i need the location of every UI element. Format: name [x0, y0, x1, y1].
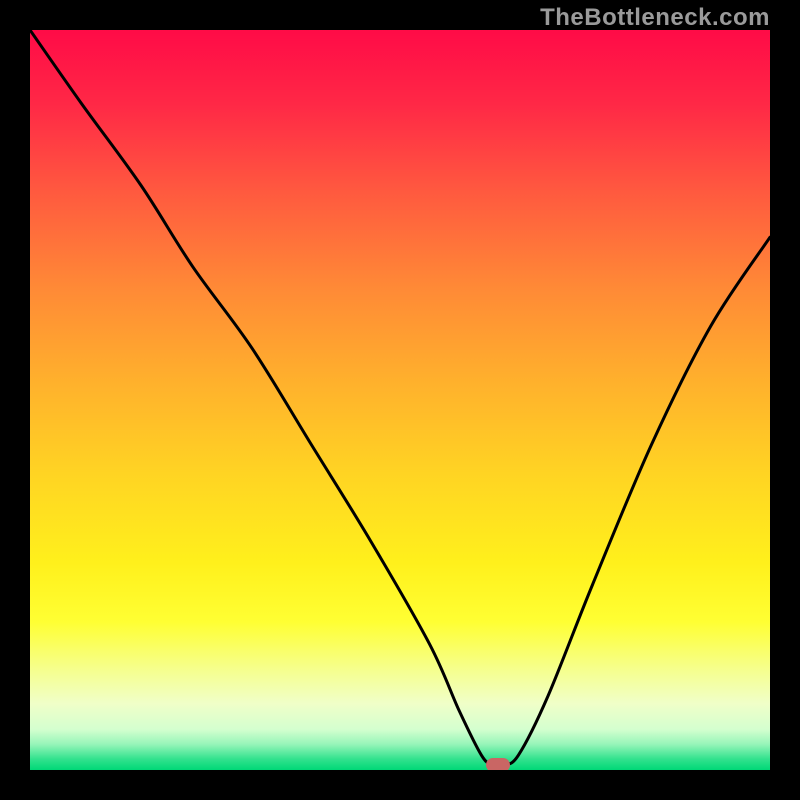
watermark-text: TheBottleneck.com: [540, 4, 770, 32]
bottleneck-curve: [30, 30, 770, 770]
chart-frame: TheBottleneck.com: [0, 0, 800, 800]
plot-area: [30, 30, 770, 770]
optimal-marker: [486, 758, 510, 770]
